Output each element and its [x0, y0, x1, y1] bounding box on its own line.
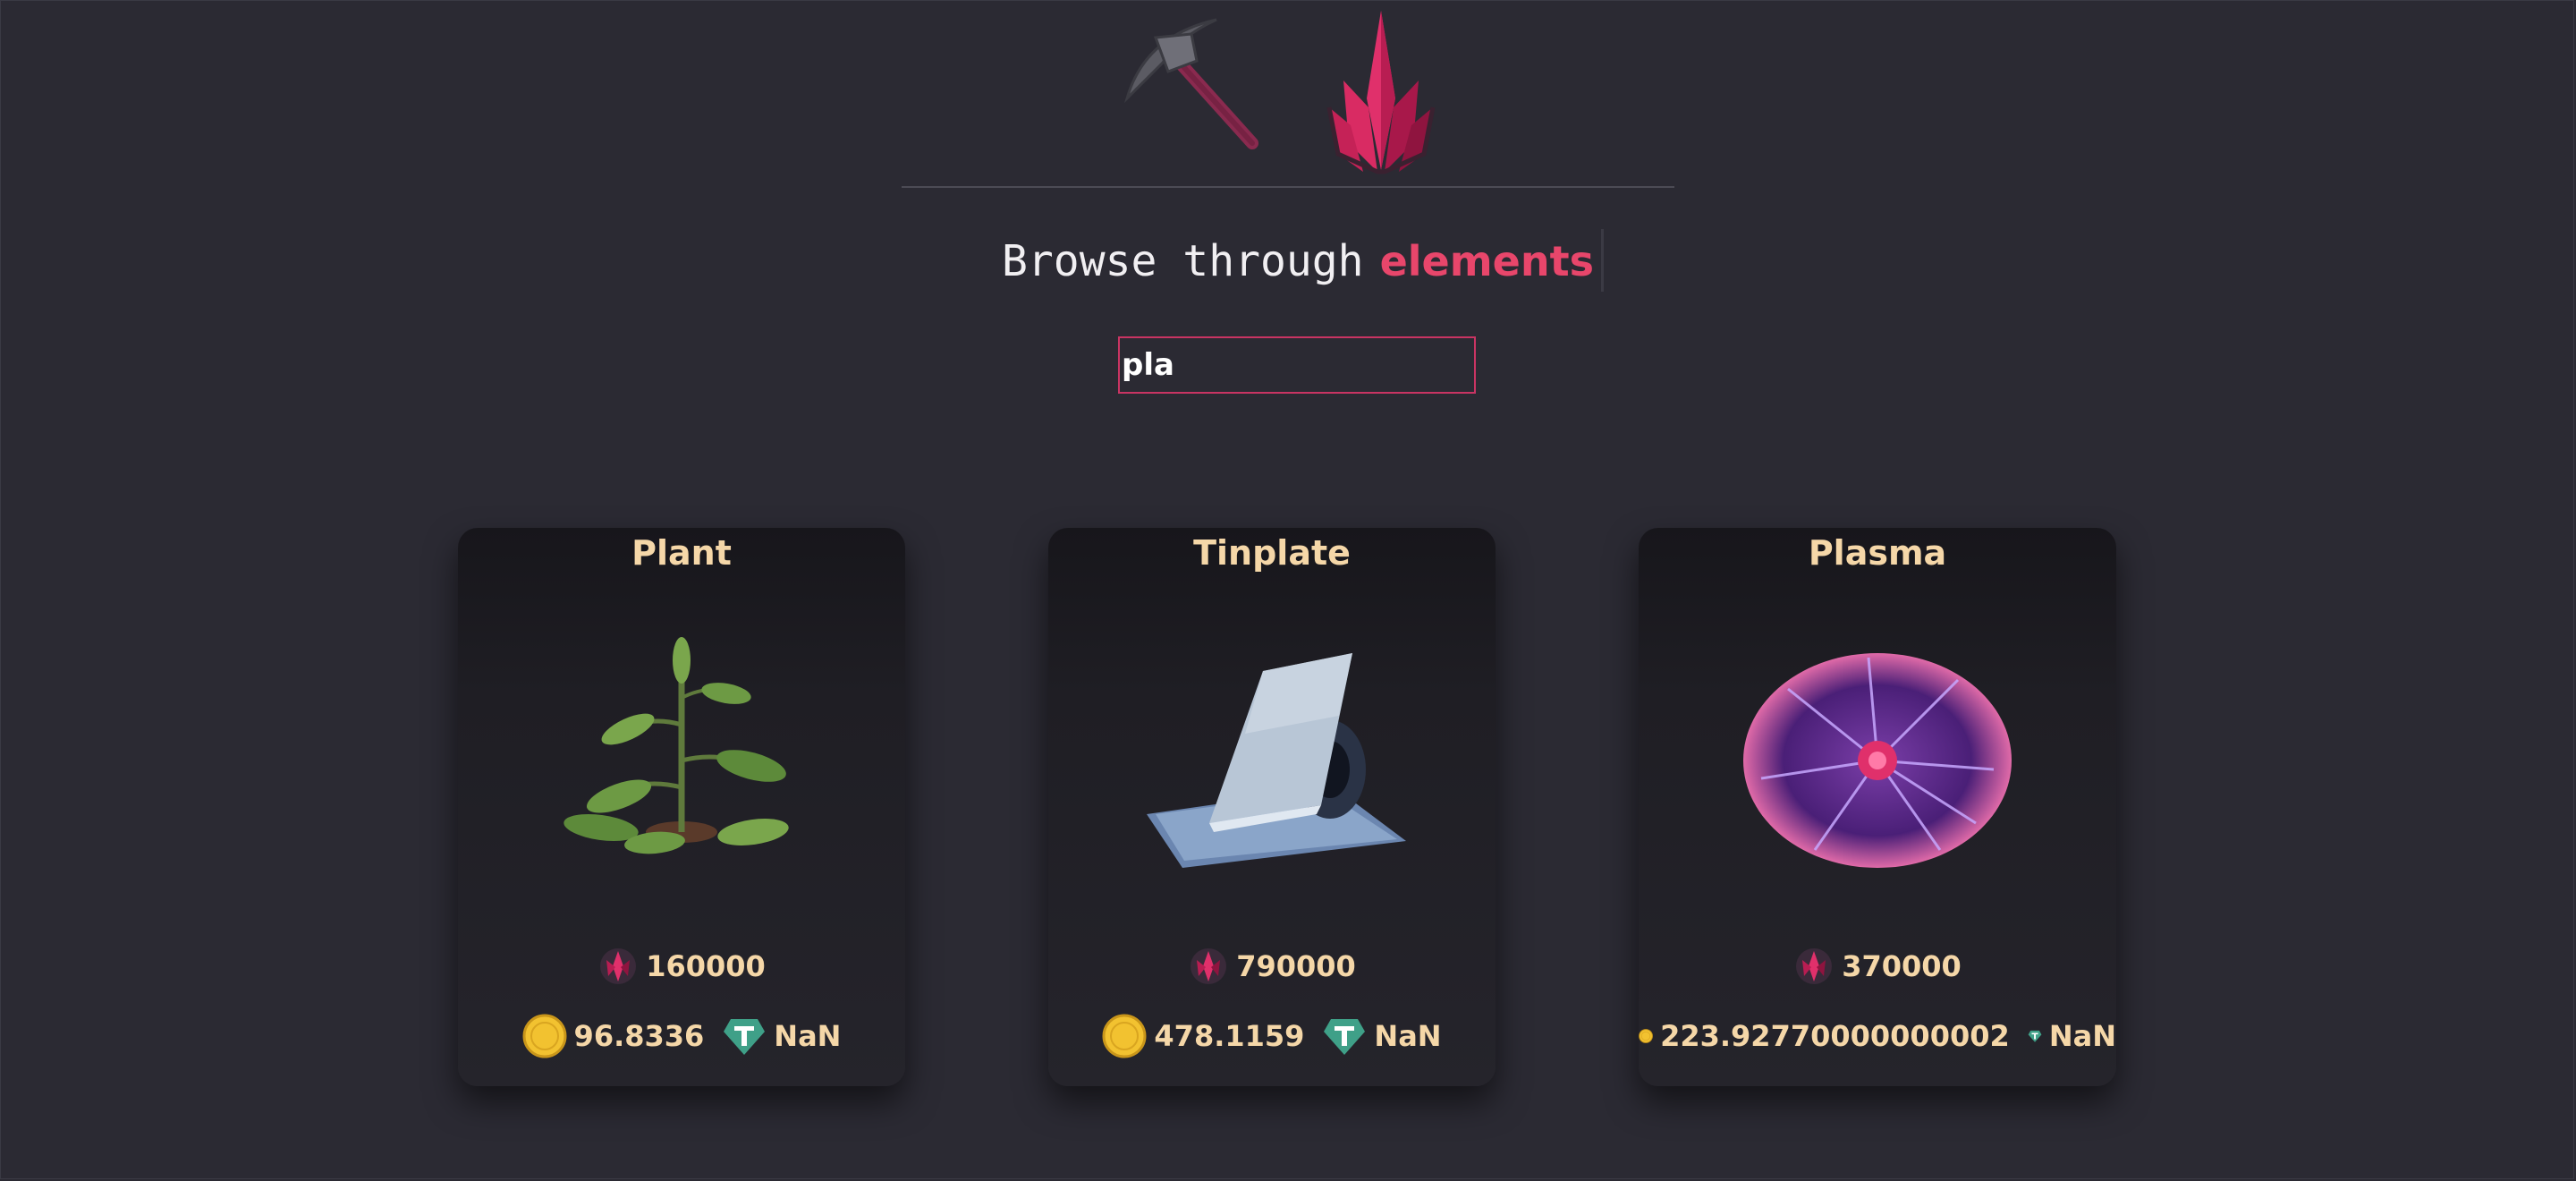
usdt-value: NaN	[1374, 1019, 1442, 1053]
page-heading: Browse through elements	[1002, 225, 1594, 297]
coin-prices: 223.92770000000002 NaN	[1639, 1011, 2116, 1061]
heading-accent: elements	[1379, 237, 1594, 285]
gold-value: 96.8336	[573, 1019, 705, 1053]
card-title: Plant	[631, 533, 732, 573]
logo	[1123, 11, 1436, 174]
crystal-icon	[1326, 11, 1436, 174]
element-price: 370000	[1639, 941, 2116, 991]
element-card-plasma[interactable]: Plasma 370000 223.92770000000002 NaN	[1639, 528, 2116, 1086]
coin-prices: 96.8336 NaN	[458, 1011, 905, 1061]
coin-prices: 478.1159 NaN	[1048, 1011, 1496, 1061]
shard-icon	[1191, 948, 1227, 984]
usdt-value: NaN	[774, 1019, 842, 1053]
element-price: 790000	[1048, 941, 1496, 991]
shard-icon	[1796, 948, 1833, 984]
tether-icon	[2028, 1030, 2042, 1042]
gold-value: 223.92770000000002	[1660, 1019, 2010, 1053]
price-value: 790000	[1236, 949, 1356, 983]
gold-coin-icon	[1102, 1014, 1147, 1058]
search-input[interactable]	[1118, 336, 1476, 394]
tether-icon	[1324, 1019, 1366, 1055]
gold-coin-icon	[522, 1014, 567, 1058]
gold-value: 478.1159	[1154, 1019, 1305, 1053]
shard-icon	[600, 948, 637, 984]
price-value: 160000	[646, 949, 766, 983]
pickaxe-icon	[1123, 18, 1258, 149]
gold-coin-icon	[1639, 1029, 1653, 1043]
card-title: Tinplate	[1193, 533, 1351, 573]
element-card-tinplate[interactable]: Tinplate 790000 478.1159 NaN	[1048, 528, 1496, 1086]
heading-text: Browse through	[1002, 236, 1364, 286]
card-title: Plasma	[1808, 533, 1947, 573]
plant-icon	[564, 637, 789, 854]
typing-caret	[1601, 229, 1604, 292]
plasma-ball-icon	[1743, 653, 2012, 868]
tether-icon	[724, 1019, 766, 1055]
usdt-value: NaN	[2048, 1019, 2116, 1053]
element-price: 160000	[458, 941, 905, 991]
price-value: 370000	[1842, 949, 1962, 983]
header-divider	[902, 186, 1674, 188]
element-card-plant[interactable]: Plant 160000 96.8336 NaN	[458, 528, 905, 1086]
tinplate-icon	[1147, 653, 1406, 868]
